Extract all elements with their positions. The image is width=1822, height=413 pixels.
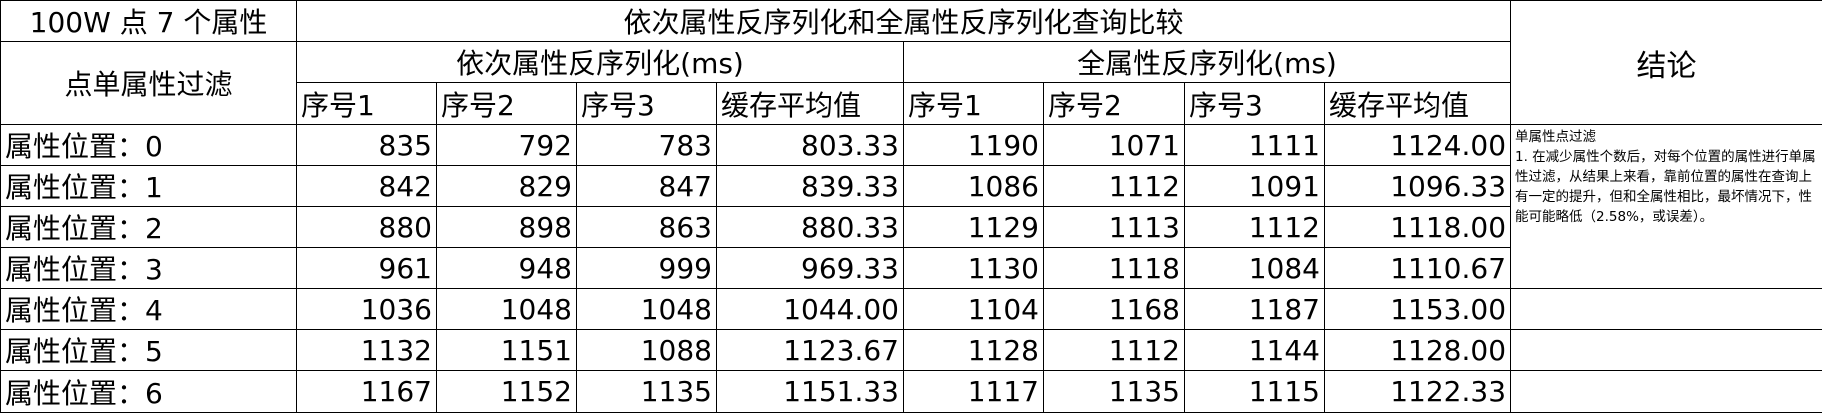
data-cell[interactable]: 948 <box>437 248 577 289</box>
conclusion-cell[interactable]: 单属性点过滤 1. 在减少属性个数后，对每个位置的属性进行单属性过滤，从结果上来… <box>1511 125 1822 289</box>
data-cell[interactable]: 839.33 <box>717 166 904 207</box>
data-cell[interactable]: 880.33 <box>717 207 904 248</box>
data-cell[interactable]: 1190 <box>904 125 1044 166</box>
table-row: 属性位置：4 1036 1048 1048 1044.00 1104 1168 … <box>1 289 1822 330</box>
conclusion-header[interactable]: 结论 <box>1511 1 1822 125</box>
row-label[interactable]: 属性位置：4 <box>1 289 297 330</box>
row-header[interactable]: 点单属性过滤 <box>1 42 297 125</box>
data-cell[interactable]: 1084 <box>1185 248 1325 289</box>
data-cell[interactable]: 1071 <box>1044 125 1185 166</box>
data-cell[interactable]: 1036 <box>297 289 437 330</box>
data-cell[interactable]: 1167 <box>297 371 437 413</box>
data-cell[interactable]: 1124.00 <box>1325 125 1511 166</box>
data-cell[interactable]: 969.33 <box>717 248 904 289</box>
data-cell[interactable]: 1112 <box>1044 166 1185 207</box>
column-header[interactable]: 序号1 <box>297 83 437 125</box>
row-label[interactable]: 属性位置：3 <box>1 248 297 289</box>
data-cell[interactable]: 1111 <box>1185 125 1325 166</box>
data-cell[interactable]: 1091 <box>1185 166 1325 207</box>
data-cell[interactable]: 1153.00 <box>1325 289 1511 330</box>
row-label[interactable]: 属性位置：0 <box>1 125 297 166</box>
column-header[interactable]: 序号3 <box>577 83 717 125</box>
data-cell[interactable]: 835 <box>297 125 437 166</box>
data-cell[interactable]: 1132 <box>297 330 437 371</box>
data-cell[interactable]: 898 <box>437 207 577 248</box>
row-label[interactable]: 属性位置：1 <box>1 166 297 207</box>
data-cell[interactable]: 783 <box>577 125 717 166</box>
table-row: 属性位置：6 1167 1152 1135 1151.33 1117 1135 … <box>1 371 1822 413</box>
column-header[interactable]: 缓存平均值 <box>1325 83 1511 125</box>
data-cell[interactable]: 803.33 <box>717 125 904 166</box>
data-cell[interactable]: 1144 <box>1185 330 1325 371</box>
data-cell[interactable]: 1048 <box>577 289 717 330</box>
table-row: 属性位置：0 835 792 783 803.33 1190 1071 1111… <box>1 125 1822 166</box>
data-cell[interactable]: 847 <box>577 166 717 207</box>
data-cell[interactable]: 863 <box>577 207 717 248</box>
conclusion-title: 单属性点过滤 <box>1515 127 1818 147</box>
data-cell[interactable]: 1128 <box>904 330 1044 371</box>
data-cell[interactable]: 1110.67 <box>1325 248 1511 289</box>
data-cell[interactable]: 1117 <box>904 371 1044 413</box>
header-row-1: 100W 点 7 个属性 依次属性反序列化和全属性反序列化查询比较 结论 <box>1 1 1822 42</box>
data-cell[interactable]: 1118.00 <box>1325 207 1511 248</box>
row-label[interactable]: 属性位置：6 <box>1 371 297 413</box>
data-cell[interactable]: 880 <box>297 207 437 248</box>
data-cell[interactable]: 1112 <box>1185 207 1325 248</box>
column-header[interactable]: 序号1 <box>904 83 1044 125</box>
data-cell[interactable]: 961 <box>297 248 437 289</box>
empty-cell[interactable] <box>1511 371 1822 413</box>
sub-header-right[interactable]: 全属性反序列化(ms) <box>904 42 1511 83</box>
row-label[interactable]: 属性位置：2 <box>1 207 297 248</box>
data-cell[interactable]: 829 <box>437 166 577 207</box>
data-cell[interactable]: 999 <box>577 248 717 289</box>
data-cell[interactable]: 1128.00 <box>1325 330 1511 371</box>
data-cell[interactable]: 1130 <box>904 248 1044 289</box>
data-cell[interactable]: 1187 <box>1185 289 1325 330</box>
data-cell[interactable]: 792 <box>437 125 577 166</box>
data-cell[interactable]: 1104 <box>904 289 1044 330</box>
table-row: 属性位置：5 1132 1151 1088 1123.67 1128 1112 … <box>1 330 1822 371</box>
row-label[interactable]: 属性位置：5 <box>1 330 297 371</box>
top-left-title[interactable]: 100W 点 7 个属性 <box>1 1 297 42</box>
data-cell[interactable]: 1044.00 <box>717 289 904 330</box>
data-cell[interactable]: 1135 <box>1044 371 1185 413</box>
data-cell[interactable]: 1129 <box>904 207 1044 248</box>
column-header[interactable]: 序号2 <box>1044 83 1185 125</box>
data-cell[interactable]: 1152 <box>437 371 577 413</box>
conclusion-text: 1. 在减少属性个数后，对每个位置的属性进行单属性过滤，从结果上来看，靠前位置的… <box>1515 147 1818 227</box>
column-header[interactable]: 序号2 <box>437 83 577 125</box>
data-cell[interactable]: 1135 <box>577 371 717 413</box>
data-cell[interactable]: 1048 <box>437 289 577 330</box>
column-header[interactable]: 序号3 <box>1185 83 1325 125</box>
data-cell[interactable]: 1122.33 <box>1325 371 1511 413</box>
data-cell[interactable]: 1168 <box>1044 289 1185 330</box>
data-cell[interactable]: 1088 <box>577 330 717 371</box>
data-cell[interactable]: 1118 <box>1044 248 1185 289</box>
data-cell[interactable]: 1112 <box>1044 330 1185 371</box>
data-cell[interactable]: 1115 <box>1185 371 1325 413</box>
comparison-table: 100W 点 7 个属性 依次属性反序列化和全属性反序列化查询比较 结论 点单属… <box>0 0 1822 413</box>
sub-header-left[interactable]: 依次属性反序列化(ms) <box>297 42 904 83</box>
data-cell[interactable]: 1151.33 <box>717 371 904 413</box>
empty-cell[interactable] <box>1511 330 1822 371</box>
data-cell[interactable]: 842 <box>297 166 437 207</box>
data-cell[interactable]: 1151 <box>437 330 577 371</box>
data-cell[interactable]: 1086 <box>904 166 1044 207</box>
group-title[interactable]: 依次属性反序列化和全属性反序列化查询比较 <box>297 1 1511 42</box>
data-cell[interactable]: 1096.33 <box>1325 166 1511 207</box>
data-cell[interactable]: 1113 <box>1044 207 1185 248</box>
empty-cell[interactable] <box>1511 289 1822 330</box>
column-header[interactable]: 缓存平均值 <box>717 83 904 125</box>
data-cell[interactable]: 1123.67 <box>717 330 904 371</box>
